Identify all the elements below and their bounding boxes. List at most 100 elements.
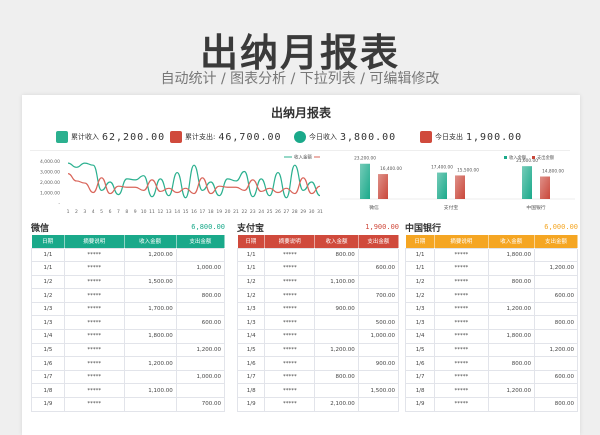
summary-cell[interactable]: ***** xyxy=(434,315,489,331)
expense-cell[interactable] xyxy=(533,247,579,263)
income-cell[interactable] xyxy=(123,397,177,412)
expense-cell[interactable] xyxy=(175,329,226,344)
expense-cell[interactable] xyxy=(357,342,400,358)
summary-cell[interactable]: ***** xyxy=(63,301,125,317)
expense-cell[interactable]: 600.00 xyxy=(533,288,579,303)
income-cell[interactable] xyxy=(314,288,359,303)
expense-cell[interactable]: 1,000.00 xyxy=(357,329,400,344)
table-row[interactable]: 1/1 ***** 1,200.00 xyxy=(404,261,579,276)
expense-cell[interactable]: 1,200.00 xyxy=(533,342,579,358)
income-cell[interactable]: 1,200.00 xyxy=(123,356,177,371)
summary-cell[interactable]: ***** xyxy=(264,315,316,331)
summary-cell[interactable]: ***** xyxy=(63,288,125,303)
date-cell[interactable]: 1/5 xyxy=(236,342,266,358)
table-row[interactable]: 1/8 ***** 1,100.00 xyxy=(31,383,226,399)
date-cell[interactable]: 1/2 xyxy=(404,274,436,290)
expense-cell[interactable] xyxy=(533,383,579,399)
table-row[interactable]: 1/6 ***** 900.00 xyxy=(236,356,400,371)
summary-cell[interactable]: ***** xyxy=(434,274,489,290)
table-row[interactable]: 1/3 ***** 1,200.00 xyxy=(404,301,579,317)
date-cell[interactable]: 1/3 xyxy=(404,301,436,317)
expense-cell[interactable]: 1,500.00 xyxy=(357,383,400,399)
expense-cell[interactable]: 600.00 xyxy=(175,315,226,331)
expense-cell[interactable] xyxy=(357,369,400,385)
table-row[interactable]: 1/9 ***** 2,100.00 xyxy=(236,397,400,412)
summary-cell[interactable]: ***** xyxy=(434,383,489,399)
income-cell[interactable] xyxy=(487,342,535,358)
summary-cell[interactable]: ***** xyxy=(63,247,125,263)
income-cell[interactable]: 800.00 xyxy=(487,274,535,290)
expense-cell[interactable]: 700.00 xyxy=(175,397,226,412)
date-cell[interactable]: 1/9 xyxy=(404,397,436,412)
summary-cell[interactable]: ***** xyxy=(63,329,125,344)
income-cell[interactable] xyxy=(487,261,535,276)
date-cell[interactable]: 1/2 xyxy=(31,288,65,303)
income-cell[interactable] xyxy=(314,261,359,276)
date-cell[interactable]: 1/2 xyxy=(236,274,266,290)
expense-cell[interactable]: 1,000.00 xyxy=(175,261,226,276)
expense-cell[interactable]: 800.00 xyxy=(533,397,579,412)
income-cell[interactable]: 800.00 xyxy=(314,247,359,263)
expense-cell[interactable] xyxy=(357,301,400,317)
date-cell[interactable]: 1/2 xyxy=(236,288,266,303)
date-cell[interactable]: 1/7 xyxy=(236,369,266,385)
date-cell[interactable]: 1/1 xyxy=(404,247,436,263)
summary-cell[interactable]: ***** xyxy=(63,274,125,290)
table-row[interactable]: 1/2 ***** 600.00 xyxy=(404,288,579,303)
column-header[interactable]: 摘要说明 xyxy=(264,235,316,248)
table-row[interactable]: 1/3 ***** 800.00 xyxy=(404,315,579,331)
income-cell[interactable] xyxy=(314,329,359,344)
date-cell[interactable]: 1/4 xyxy=(31,329,65,344)
table-row[interactable]: 1/1 ***** 1,000.00 xyxy=(31,261,226,276)
table-row[interactable]: 1/3 ***** 600.00 xyxy=(31,315,226,331)
table-row[interactable]: 1/2 ***** 1,100.00 xyxy=(236,274,400,290)
date-cell[interactable]: 1/3 xyxy=(404,315,436,331)
date-cell[interactable]: 1/1 xyxy=(236,247,266,263)
summary-cell[interactable]: ***** xyxy=(264,356,316,371)
income-cell[interactable] xyxy=(314,315,359,331)
summary-cell[interactable]: ***** xyxy=(264,329,316,344)
expense-cell[interactable]: 800.00 xyxy=(175,288,226,303)
income-cell[interactable] xyxy=(487,288,535,303)
date-cell[interactable]: 1/5 xyxy=(404,342,436,358)
expense-cell[interactable]: 1,200.00 xyxy=(175,342,226,358)
income-cell[interactable]: 2,100.00 xyxy=(314,397,359,412)
date-cell[interactable]: 1/3 xyxy=(31,315,65,331)
column-header[interactable]: 摘要说明 xyxy=(64,235,125,248)
table-row[interactable]: 1/5 ***** 1,200.00 xyxy=(404,342,579,358)
summary-cell[interactable]: ***** xyxy=(434,288,489,303)
table-row[interactable]: 1/7 ***** 800.00 xyxy=(236,369,400,385)
expense-cell[interactable] xyxy=(357,397,400,412)
summary-cell[interactable]: ***** xyxy=(434,261,489,276)
date-cell[interactable]: 1/1 xyxy=(31,261,65,276)
table-row[interactable]: 1/6 ***** 1,200.00 xyxy=(31,356,226,371)
table-row[interactable]: 1/3 ***** 500.00 xyxy=(236,315,400,331)
date-cell[interactable]: 1/2 xyxy=(404,288,436,303)
expense-cell[interactable] xyxy=(175,274,226,290)
table-row[interactable]: 1/8 ***** 1,200.00 xyxy=(404,383,579,399)
table-row[interactable]: 1/9 ***** 700.00 xyxy=(31,397,226,412)
date-cell[interactable]: 1/2 xyxy=(31,274,65,290)
table-row[interactable]: 1/1 ***** 800.00 xyxy=(236,247,400,263)
date-cell[interactable]: 1/9 xyxy=(236,397,266,412)
income-cell[interactable] xyxy=(314,383,359,399)
summary-cell[interactable]: ***** xyxy=(63,383,125,399)
income-cell[interactable] xyxy=(123,288,177,303)
table-row[interactable]: 1/1 ***** 1,800.00 xyxy=(404,247,579,263)
summary-cell[interactable]: ***** xyxy=(264,247,316,263)
expense-cell[interactable]: 700.00 xyxy=(357,288,400,303)
column-header[interactable]: 日期 xyxy=(237,235,266,248)
summary-cell[interactable]: ***** xyxy=(264,261,316,276)
expense-cell[interactable] xyxy=(175,301,226,317)
table-row[interactable]: 1/8 ***** 1,500.00 xyxy=(236,383,400,399)
table-row[interactable]: 1/7 ***** 1,000.00 xyxy=(31,369,226,385)
income-cell[interactable]: 1,500.00 xyxy=(123,274,177,290)
income-cell[interactable]: 1,100.00 xyxy=(314,274,359,290)
date-cell[interactable]: 1/8 xyxy=(404,383,436,399)
income-cell[interactable] xyxy=(123,261,177,276)
expense-cell[interactable]: 600.00 xyxy=(357,261,400,276)
summary-cell[interactable]: ***** xyxy=(264,397,316,412)
expense-cell[interactable] xyxy=(533,356,579,371)
date-cell[interactable]: 1/6 xyxy=(404,356,436,371)
table-row[interactable]: 1/3 ***** 1,700.00 xyxy=(31,301,226,317)
